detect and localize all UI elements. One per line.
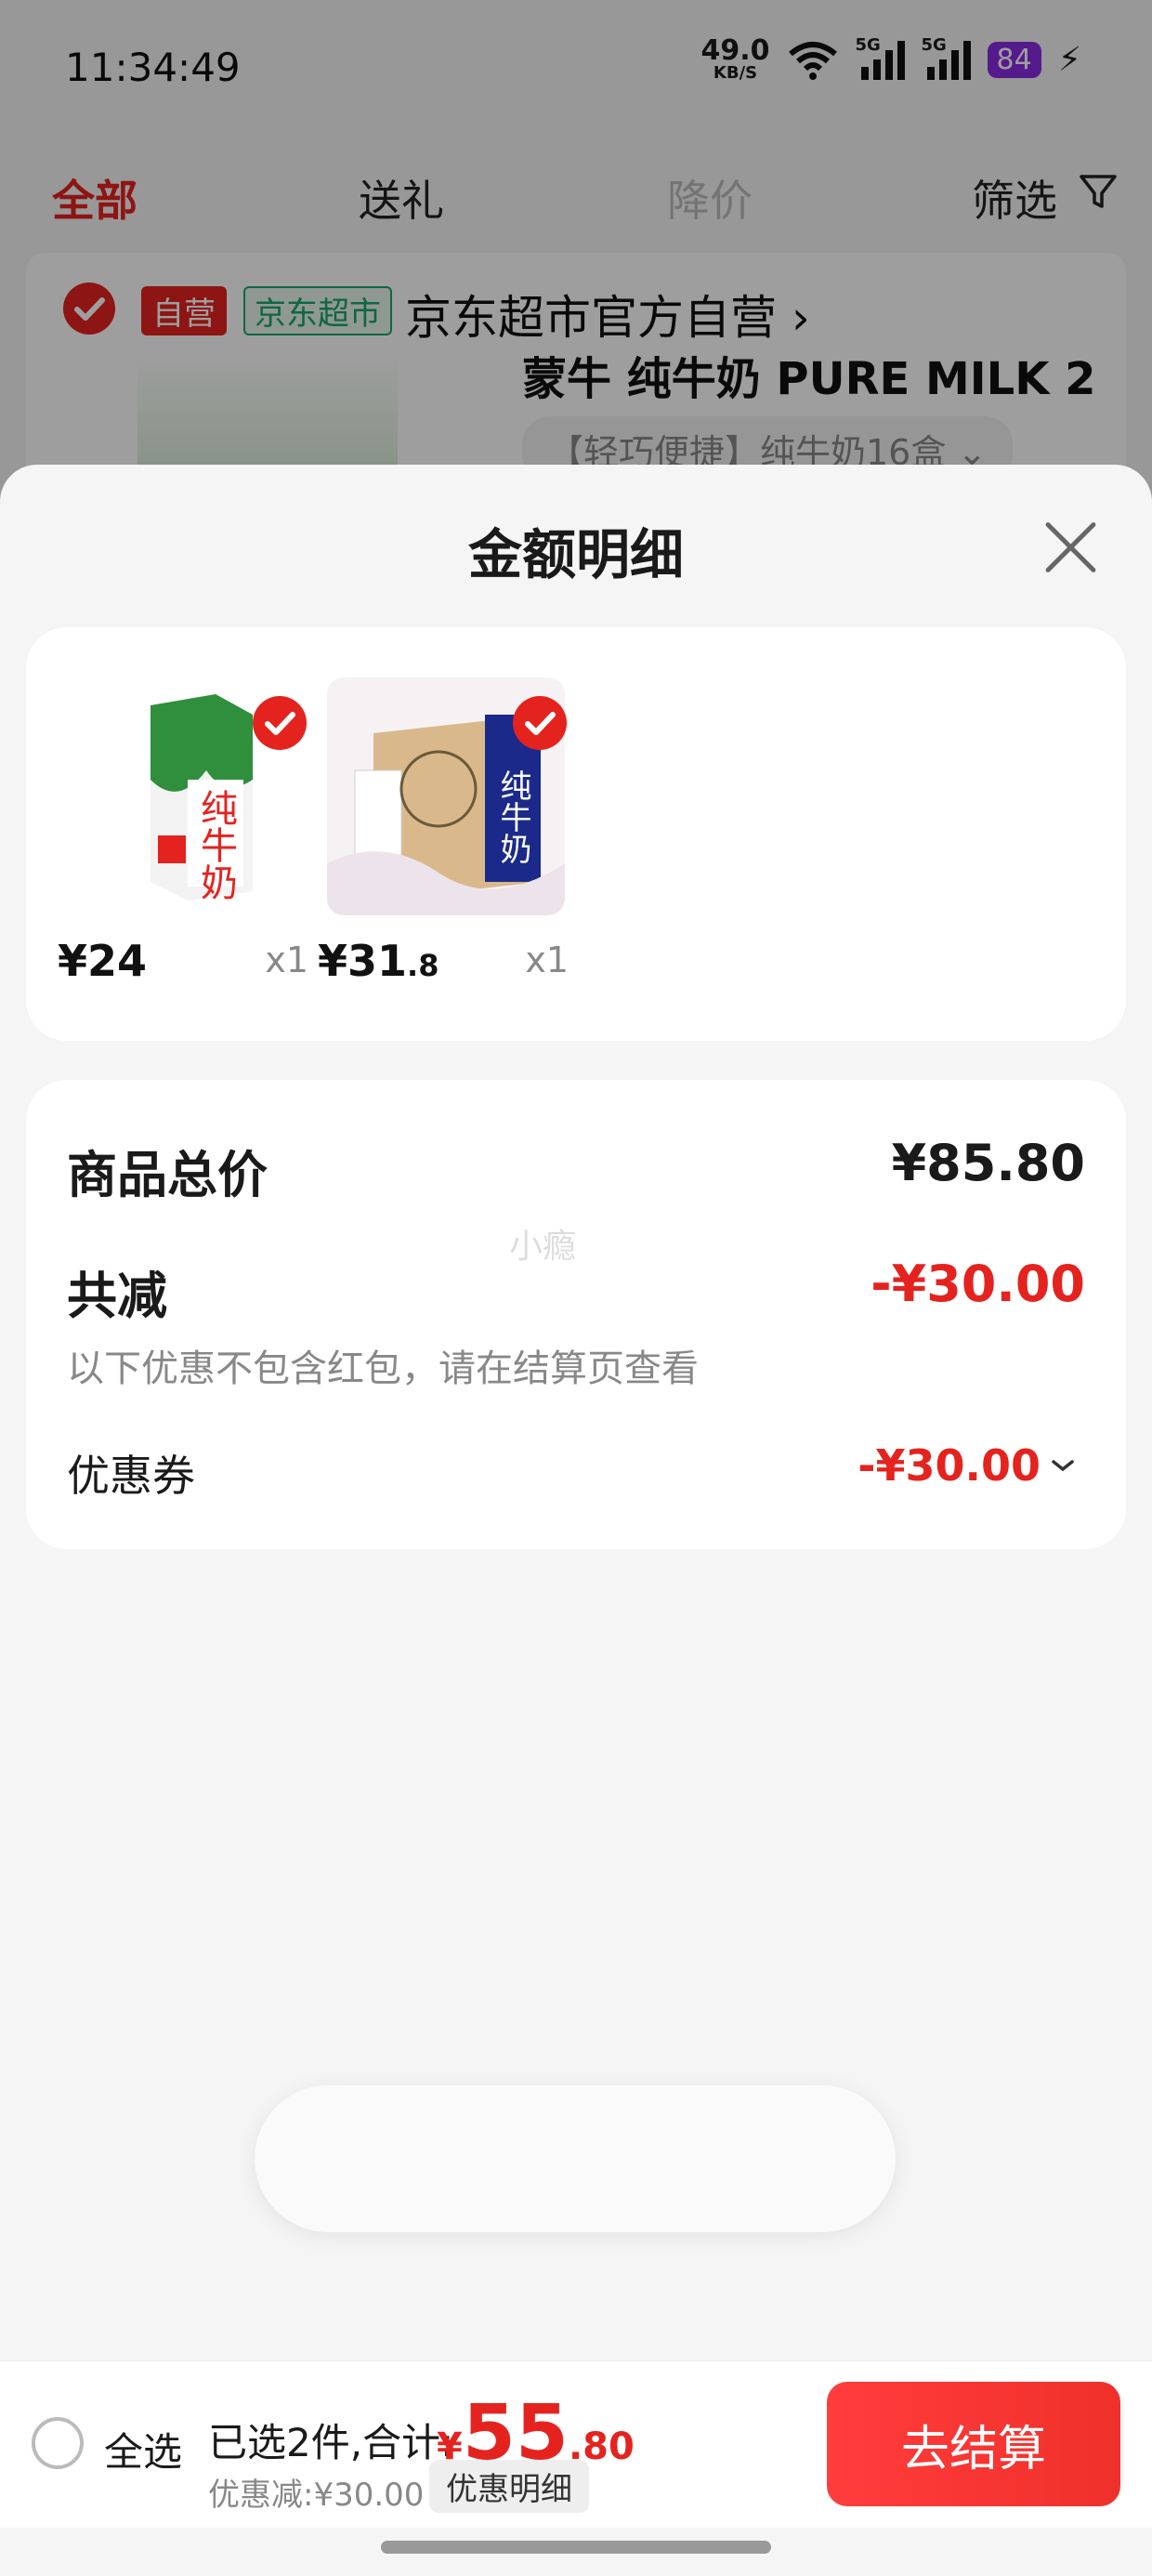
item-price-int: ¥24 <box>58 936 148 986</box>
selected-count-text: 已选2件,合计: <box>208 2420 454 2465</box>
item-check-icon[interactable] <box>513 696 567 750</box>
reduction-value: -¥30.00 <box>871 1255 1085 1313</box>
discount-note: 以下优惠不包含红包，请在结算页查看 <box>67 1347 699 1390</box>
selected-item[interactable]: 纯牛奶 ¥31.8 x1 <box>318 677 569 986</box>
price-summary-card: 商品总价 ¥85.80 小瘾 共减 -¥30.00 以下优惠不包含红包，请在结算… <box>26 1080 1126 1549</box>
close-icon[interactable] <box>1039 513 1104 578</box>
sheet-title: 金额明细 <box>467 523 684 586</box>
reduction-label: 共减 <box>67 1267 167 1325</box>
selected-items-card: 纯牛奶 ¥24 x1 纯牛奶 ¥31.8 x1 <box>26 627 1126 1041</box>
product-image-text: 纯牛奶 <box>194 789 237 900</box>
selected-item[interactable]: 纯牛奶 ¥24 x1 <box>58 677 308 986</box>
chevron-down-icon <box>1052 1460 1074 1472</box>
coupon-value: -¥30.00 <box>857 1440 1041 1491</box>
total-price-label: 商品总价 <box>67 1146 268 1204</box>
item-price: ¥31.8 <box>318 936 439 986</box>
item-check-icon[interactable] <box>253 696 307 750</box>
total-price-value: ¥85.80 <box>891 1134 1085 1192</box>
discount-text: 优惠减:¥30.00 <box>208 2477 425 2514</box>
floating-placeholder <box>255 2085 896 2232</box>
item-price: ¥24 <box>58 936 147 986</box>
discount-detail-button[interactable]: 优惠明细 <box>429 2460 589 2513</box>
home-indicator[interactable] <box>381 2541 771 2554</box>
checkout-bar: 全选 已选2件,合计: ¥ 55 .80 优惠减:¥30.00 优惠明细 去结算 <box>0 2360 1152 2528</box>
item-quantity: x1 <box>525 940 569 980</box>
coupon-label: 优惠券 <box>67 1451 195 1501</box>
select-all-label[interactable]: 全选 <box>104 2421 182 2477</box>
checkout-button[interactable]: 去结算 <box>827 2382 1120 2506</box>
coupon-row-toggle[interactable]: -¥30.00 <box>857 1440 1076 1491</box>
background-page: 11:34:49 49.0 KB/S 5G 5G 84 ⚡ 全部 送礼 降价 筛… <box>0 0 1152 532</box>
watermark: 小瘾 <box>509 1228 577 1266</box>
item-price-dec: .8 <box>407 948 439 983</box>
select-all-radio[interactable] <box>32 2417 84 2469</box>
item-quantity: x1 <box>265 940 308 980</box>
item-price-int: ¥31 <box>318 936 408 986</box>
product-image-text: 纯牛奶 <box>494 769 531 864</box>
overlay-dim[interactable] <box>0 0 1152 520</box>
amount-detail-sheet: 金额明细 纯牛奶 ¥24 x1 纯牛奶 ¥31.8 x1 商品总价 ¥85.80… <box>0 465 1152 2576</box>
